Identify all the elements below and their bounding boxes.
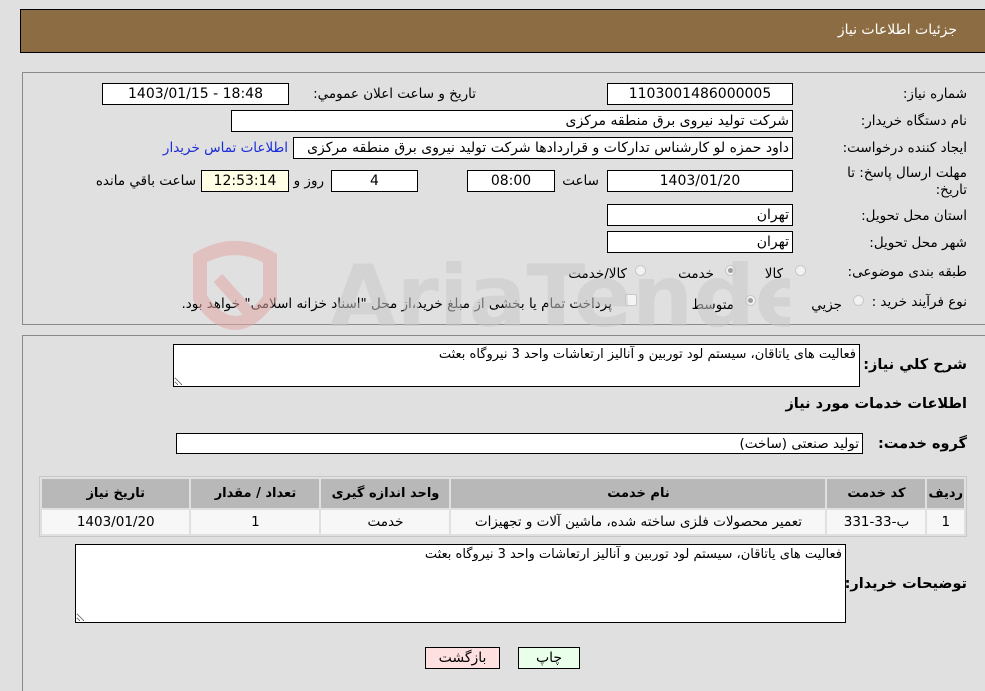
cell-service-name: تعمیر محصولات فلزی ساخته شده، ماشین آلات… bbox=[451, 510, 826, 534]
days-label: روز و bbox=[293, 173, 324, 189]
category-radio-goods[interactable] bbox=[795, 265, 806, 276]
purchase-type-option-medium: متوسط bbox=[691, 297, 734, 313]
col-header-row-number: رديف bbox=[927, 479, 964, 508]
remaining-time-label: ساعت باقي مانده bbox=[95, 173, 196, 189]
delivery-province-label: استان محل تحويل: bbox=[861, 208, 967, 224]
announce-datetime-label: تاريخ و ساعت اعلان عمومي: bbox=[313, 86, 476, 102]
category-option-goods: کالا bbox=[764, 266, 783, 282]
col-header-service-name: نام خدمت bbox=[451, 479, 826, 508]
col-header-unit: واحد اندازه گيری bbox=[321, 479, 450, 508]
col-header-need-date: تاريخ نياز bbox=[42, 479, 190, 508]
deadline-time-field[interactable]: 08:00 bbox=[467, 170, 555, 192]
services-table: رديف کد خدمت نام خدمت واحد اندازه گيری ت… bbox=[39, 476, 967, 537]
announce-datetime-field[interactable]: 1403/01/15 - 18:48 bbox=[102, 83, 289, 105]
service-group-field[interactable]: تولید صنعتی (ساخت) bbox=[176, 433, 863, 454]
print-button[interactable]: چاپ bbox=[518, 647, 580, 669]
buyer-org-label: نام دستگاه خريدار: bbox=[860, 113, 967, 129]
remaining-days-field[interactable]: 4 bbox=[331, 170, 418, 192]
deadline-date-field[interactable]: 1403/01/20 bbox=[607, 170, 793, 192]
requester-label: ايجاد کننده درخواست: bbox=[842, 140, 967, 156]
back-button[interactable]: بازگشت bbox=[425, 647, 500, 669]
buyer-contact-link[interactable]: اطلاعات تماس خریدار bbox=[163, 140, 288, 156]
service-group-label: گروه خدمت: bbox=[877, 436, 967, 452]
description-label: شرح كلي نياز: bbox=[863, 357, 967, 373]
deadline-label-line1: مهلت ارسال پاسخ: تا bbox=[847, 165, 967, 181]
buyer-org-field[interactable]: شرکت تولید نیروی برق منطقه مرکزی bbox=[231, 110, 793, 132]
cell-quantity: 1 bbox=[191, 510, 320, 534]
remaining-time-field: 12:53:14 bbox=[201, 170, 289, 192]
delivery-city-label: شهر محل تحويل: bbox=[869, 235, 967, 251]
delivery-province-field[interactable]: تهران bbox=[607, 204, 793, 226]
deadline-time-label: ساعت bbox=[562, 173, 599, 189]
services-heading: اطلاعات خدمات مورد نياز bbox=[785, 396, 967, 412]
buyer-notes-label: توضيحات خريدار: bbox=[844, 576, 967, 592]
requester-field[interactable]: داود حمزه لو کارشناس تدارکات و قراردادها… bbox=[293, 137, 793, 159]
treasury-checkbox-label: پرداخت تمام یا بخشی از مبلغ خرید،از محل … bbox=[181, 296, 612, 312]
purchase-type-radio-minor[interactable] bbox=[853, 295, 864, 306]
need-number-label: شماره نیاز: bbox=[902, 86, 967, 102]
purchase-type-option-minor: جزيي bbox=[811, 297, 842, 313]
category-option-service: خدمت bbox=[678, 266, 714, 282]
category-option-goods-service: کالا/خدمت bbox=[568, 266, 627, 282]
page-header: جزئیات اطلاعات نیاز bbox=[20, 9, 985, 53]
treasury-checkbox[interactable] bbox=[625, 294, 637, 306]
cell-need-date: 1403/01/20 bbox=[42, 510, 190, 534]
table-header-row: رديف کد خدمت نام خدمت واحد اندازه گيری ت… bbox=[42, 479, 964, 508]
category-label: طبقه بندی موضوعی: bbox=[847, 264, 967, 280]
category-radio-goods-service[interactable] bbox=[635, 265, 646, 276]
deadline-label-line2: تاريخ: bbox=[935, 182, 967, 198]
col-header-service-code: کد خدمت bbox=[827, 479, 926, 508]
cell-unit: خدمت bbox=[321, 510, 450, 534]
table-row: 1 ب-33-331 تعمیر محصولات فلزی ساخته شده،… bbox=[42, 510, 964, 534]
col-header-quantity: تعداد / مقدار bbox=[191, 479, 320, 508]
need-number-field[interactable]: 1103001486000005 bbox=[607, 83, 793, 105]
category-radio-service[interactable] bbox=[725, 265, 736, 276]
purchase-type-label: نوع فرآيند خريد : bbox=[871, 294, 967, 310]
cell-row-number: 1 bbox=[927, 510, 964, 534]
page-title: جزئیات اطلاعات نیاز bbox=[837, 22, 957, 38]
delivery-city-field[interactable]: تهران bbox=[607, 231, 793, 253]
description-textarea[interactable]: فعالیت های یاتاقان، سیستم لود توربین و آ… bbox=[173, 344, 860, 387]
buyer-notes-textarea[interactable]: فعالیت های یاتاقان، سیستم لود توربین و آ… bbox=[75, 544, 846, 623]
cell-service-code: ب-33-331 bbox=[827, 510, 926, 534]
purchase-type-radio-medium[interactable] bbox=[745, 295, 756, 306]
